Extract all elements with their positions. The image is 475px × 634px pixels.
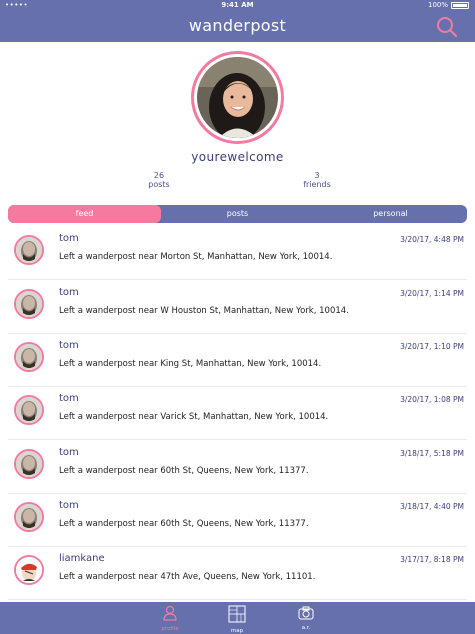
status-bar: ••••• 9:41 AM 100% xyxy=(0,0,475,12)
post-timestamp: 3/20/17, 4:48 PM xyxy=(400,235,464,244)
post-message: Left a wanderpost near W Houston St, Man… xyxy=(59,306,349,316)
post-timestamp: 3/20/17, 1:14 PM xyxy=(400,289,464,298)
tab-ar[interactable]: a.r. xyxy=(286,605,326,631)
post-message: Left a wanderpost near 47th Ave, Queens,… xyxy=(59,572,316,582)
friends-count: 3 xyxy=(314,171,320,180)
list-item[interactable]: tom 3/18/17, 4:40 PM Left a wanderpost n… xyxy=(8,494,467,547)
avatar[interactable] xyxy=(14,555,44,585)
posts-stat[interactable]: 26 posts xyxy=(129,171,189,189)
post-author[interactable]: tom xyxy=(59,393,79,404)
avatar[interactable] xyxy=(14,235,44,265)
profile-photo xyxy=(197,57,278,138)
bottom-tab-bar: profile map a.r. xyxy=(0,602,475,634)
avatar[interactable] xyxy=(14,502,44,532)
status-time: 9:41 AM xyxy=(221,1,254,9)
post-message: Left a wanderpost near Morton St, Manhat… xyxy=(59,252,333,262)
profile-username: yourewelcome xyxy=(191,150,284,164)
friends-label: friends xyxy=(303,180,331,189)
post-author[interactable]: liamkane xyxy=(59,553,105,564)
post-message: Left a wanderpost near 60th St, Queens, … xyxy=(59,519,309,529)
post-author[interactable]: tom xyxy=(59,287,79,298)
post-timestamp: 3/20/17, 1:08 PM xyxy=(400,395,464,404)
segmented-tabs: feed posts personal xyxy=(8,205,467,223)
post-message: Left a wanderpost near King St, Manhatta… xyxy=(59,359,322,369)
post-author[interactable]: tom xyxy=(59,340,79,351)
nav-bar: wanderpost xyxy=(0,12,475,42)
list-item[interactable]: tom 3/20/17, 1:08 PM Left a wanderpost n… xyxy=(8,387,467,440)
post-author[interactable]: tom xyxy=(59,447,79,458)
battery-percent: 100% xyxy=(427,1,448,9)
tab-posts[interactable]: posts xyxy=(161,205,314,223)
tab-profile-label: profile xyxy=(161,626,179,632)
person-icon xyxy=(163,605,177,621)
map-icon xyxy=(228,605,246,623)
search-icon[interactable] xyxy=(436,16,458,38)
post-timestamp: 3/17/17, 8:18 PM xyxy=(400,555,464,564)
list-item[interactable]: tom 3/18/17, 5:18 PM Left a wanderpost n… xyxy=(8,441,467,494)
list-item[interactable]: tom 3/20/17, 4:48 PM Left a wanderpost n… xyxy=(8,227,467,280)
camera-icon xyxy=(298,606,314,620)
list-item[interactable]: tom 3/20/17, 1:10 PM Left a wanderpost n… xyxy=(8,334,467,387)
profile-avatar[interactable] xyxy=(191,51,284,144)
profile-header: yourewelcome 26 posts 3 friends xyxy=(0,42,475,204)
avatar[interactable] xyxy=(14,342,44,372)
avatar[interactable] xyxy=(14,449,44,479)
post-author[interactable]: tom xyxy=(59,233,79,244)
post-timestamp: 3/20/17, 1:10 PM xyxy=(400,342,464,351)
list-item[interactable]: liamkane 3/17/17, 8:18 PM Left a wanderp… xyxy=(8,547,467,600)
tab-ar-label: a.r. xyxy=(301,625,311,631)
tab-profile[interactable]: profile xyxy=(150,605,190,632)
list-item[interactable]: tom 3/20/17, 1:14 PM Left a wanderpost n… xyxy=(8,281,467,334)
post-message: Left a wanderpost near 60th St, Queens, … xyxy=(59,466,309,476)
tab-personal[interactable]: personal xyxy=(314,205,467,223)
status-right: 100% xyxy=(428,1,469,9)
posts-count: 26 xyxy=(153,171,165,180)
avatar[interactable] xyxy=(14,289,44,319)
post-timestamp: 3/18/17, 4:40 PM xyxy=(400,502,464,511)
post-author[interactable]: tom xyxy=(59,500,79,511)
friends-stat[interactable]: 3 friends xyxy=(287,171,347,189)
tab-map[interactable]: map xyxy=(217,605,257,634)
tab-feed[interactable]: feed xyxy=(8,205,161,223)
post-timestamp: 3/18/17, 5:18 PM xyxy=(400,449,464,458)
post-message: Left a wanderpost near Varick St, Manhat… xyxy=(59,412,329,422)
battery-icon xyxy=(451,1,469,9)
tab-map-label: map xyxy=(230,628,244,634)
feed-list[interactable]: tom 3/20/17, 4:48 PM Left a wanderpost n… xyxy=(0,227,475,602)
app-title: wanderpost xyxy=(188,16,287,35)
posts-label: posts xyxy=(148,180,170,189)
avatar[interactable] xyxy=(14,395,44,425)
